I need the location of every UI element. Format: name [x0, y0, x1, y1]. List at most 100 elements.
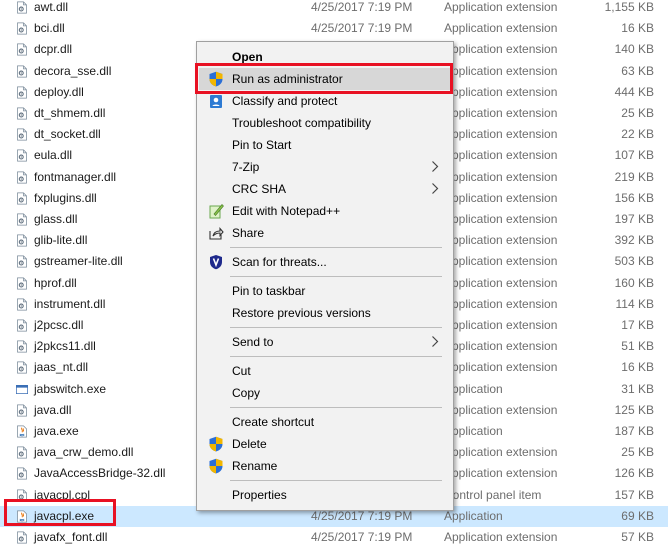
file-name: dt_shmem.dll: [34, 106, 106, 120]
menu-item-send-to[interactable]: Send to: [199, 331, 451, 353]
file-size: 25 KB: [621, 106, 654, 120]
menu-item-pin-to-start[interactable]: Pin to Start: [199, 134, 451, 156]
file-size: 107 KB: [614, 148, 654, 163]
file-name: hprof.dll: [34, 275, 77, 290]
menu-item-copy[interactable]: Copy: [199, 382, 451, 404]
file-size: 126 KB: [614, 466, 654, 481]
file-name: gstreamer-lite.dll: [34, 254, 123, 269]
menu-separator: [230, 407, 442, 408]
file-type: Application extension: [444, 0, 558, 14]
file-type: Application extension: [444, 318, 558, 332]
menu-item-troubleshoot-compatibility[interactable]: Troubleshoot compatibility: [199, 112, 451, 134]
menu-item-cut[interactable]: Cut: [199, 360, 451, 382]
menu-item-label: Troubleshoot compatibility: [232, 116, 371, 130]
dll-file-icon: [16, 85, 28, 100]
file-size: 25 KB: [621, 445, 654, 460]
file-type: Application extension: [444, 21, 558, 36]
menu-item-label: Restore previous versions: [232, 306, 371, 320]
file-type: Application extension: [444, 275, 558, 290]
dll-file-icon: [16, 318, 28, 333]
file-name: deploy.dll: [34, 84, 84, 99]
file-type: Application extension: [444, 148, 558, 163]
antivirus-shield-icon: [208, 254, 224, 270]
file-size: 63 KB: [621, 63, 654, 78]
file-row[interactable]: awt.dll 4/25/2017 7:19 PM Application exte…: [0, 0, 668, 18]
file-name: JavaAccessBridge-32.dll: [34, 466, 166, 481]
menu-item-label: Share: [232, 226, 265, 240]
dll-file-icon: [16, 339, 28, 354]
file-size: 125 KB: [614, 402, 654, 417]
file-type: Application extension: [444, 127, 558, 142]
menu-item-pin-to-taskbar[interactable]: Pin to taskbar: [199, 280, 451, 302]
menu-item-label: Send to: [232, 335, 274, 349]
file-row[interactable]: bci.dll 4/25/2017 7:19 PM Application exte…: [0, 18, 668, 39]
menu-item-rename[interactable]: Rename: [199, 455, 451, 477]
menu-separator: [230, 356, 442, 357]
menu-item-label: Classify and protect: [232, 94, 338, 108]
menu-item-delete[interactable]: Delete: [199, 433, 451, 455]
menu-item-share[interactable]: Share: [199, 222, 451, 244]
menu-item-label: Pin to Start: [232, 138, 292, 152]
menu-item-7-zip[interactable]: 7-Zip: [199, 156, 451, 178]
file-date: 4/25/2017 7:19 PM: [311, 530, 413, 544]
file-type: Application extension: [444, 254, 558, 269]
file-type: Application extension: [444, 106, 558, 120]
menu-item-label: 7-Zip: [232, 160, 260, 174]
menu-item-crc-sha[interactable]: CRC SHA: [199, 178, 451, 200]
menu-item-label: Scan for threats...: [232, 255, 327, 269]
file-name: java.dll: [34, 402, 72, 417]
menu-separator: [230, 247, 442, 248]
file-name: java_crw_demo.dll: [34, 445, 134, 460]
menu-item-label: Delete: [232, 437, 267, 451]
menu-item-scan-for-threats[interactable]: Scan for threats...: [199, 251, 451, 273]
chevron-right-icon: [431, 160, 439, 173]
menu-separator: [230, 276, 442, 277]
menu-item-label: Edit with Notepad++: [232, 204, 341, 218]
dll-file-icon: [16, 466, 28, 481]
menu-item-label: Properties: [232, 488, 287, 502]
menu-item-label: Create shortcut: [232, 415, 315, 429]
file-row[interactable]: javafx_font.dll 4/25/2017 7:19 PM Applicat…: [0, 527, 668, 548]
file-size: 503 KB: [614, 254, 654, 269]
dll-file-icon: [16, 191, 28, 206]
callout-javacpl-exe: [4, 499, 116, 526]
menu-item-label: CRC SHA: [232, 182, 287, 196]
dll-file-icon: [16, 233, 28, 248]
dll-file-icon: [16, 297, 28, 312]
dll-file-icon: [16, 127, 28, 142]
menu-item-create-shortcut[interactable]: Create shortcut: [199, 411, 451, 433]
dll-file-icon: [16, 403, 28, 418]
dll-file-icon: [16, 170, 28, 185]
notepad-plus-plus-icon: [208, 203, 224, 219]
file-size: 140 KB: [614, 42, 654, 57]
file-name: dt_socket.dll: [34, 127, 101, 142]
file-name: glib-lite.dll: [34, 233, 88, 248]
uac-shield-icon: [208, 458, 224, 474]
dll-file-icon: [16, 530, 28, 545]
file-size: 16 KB: [621, 360, 654, 375]
file-size: 69 KB: [621, 508, 654, 523]
classify-protect-icon: [208, 93, 224, 109]
file-size: 31 KB: [621, 381, 654, 396]
uac-shield-icon: [208, 436, 224, 452]
file-type: Application extension: [444, 190, 558, 205]
file-name: decora_sse.dll: [34, 63, 112, 78]
file-size: 219 KB: [614, 169, 654, 184]
context-menu: Open Run as administrator Classify and pro…: [196, 41, 454, 511]
menu-item-label: Pin to taskbar: [232, 284, 306, 298]
callout-run-as-administrator: [195, 63, 453, 94]
file-type: Application extension: [444, 296, 558, 311]
menu-item-properties[interactable]: Properties: [199, 484, 451, 506]
dll-file-icon: [16, 360, 28, 375]
file-name: j2pkcs11.dll: [34, 339, 96, 354]
menu-item-restore-previous-versions[interactable]: Restore previous versions: [199, 302, 451, 324]
menu-item-edit-with-notepad[interactable]: Edit with Notepad++: [199, 200, 451, 222]
file-size: 22 KB: [621, 127, 654, 142]
menu-item-label: Cut: [232, 364, 251, 378]
file-type: Application extension: [444, 233, 558, 248]
dll-file-icon: [16, 148, 28, 163]
menu-separator: [230, 480, 442, 481]
share-icon: [208, 225, 224, 241]
file-size: 51 KB: [621, 339, 654, 354]
menu-item-label: Open: [232, 50, 263, 64]
